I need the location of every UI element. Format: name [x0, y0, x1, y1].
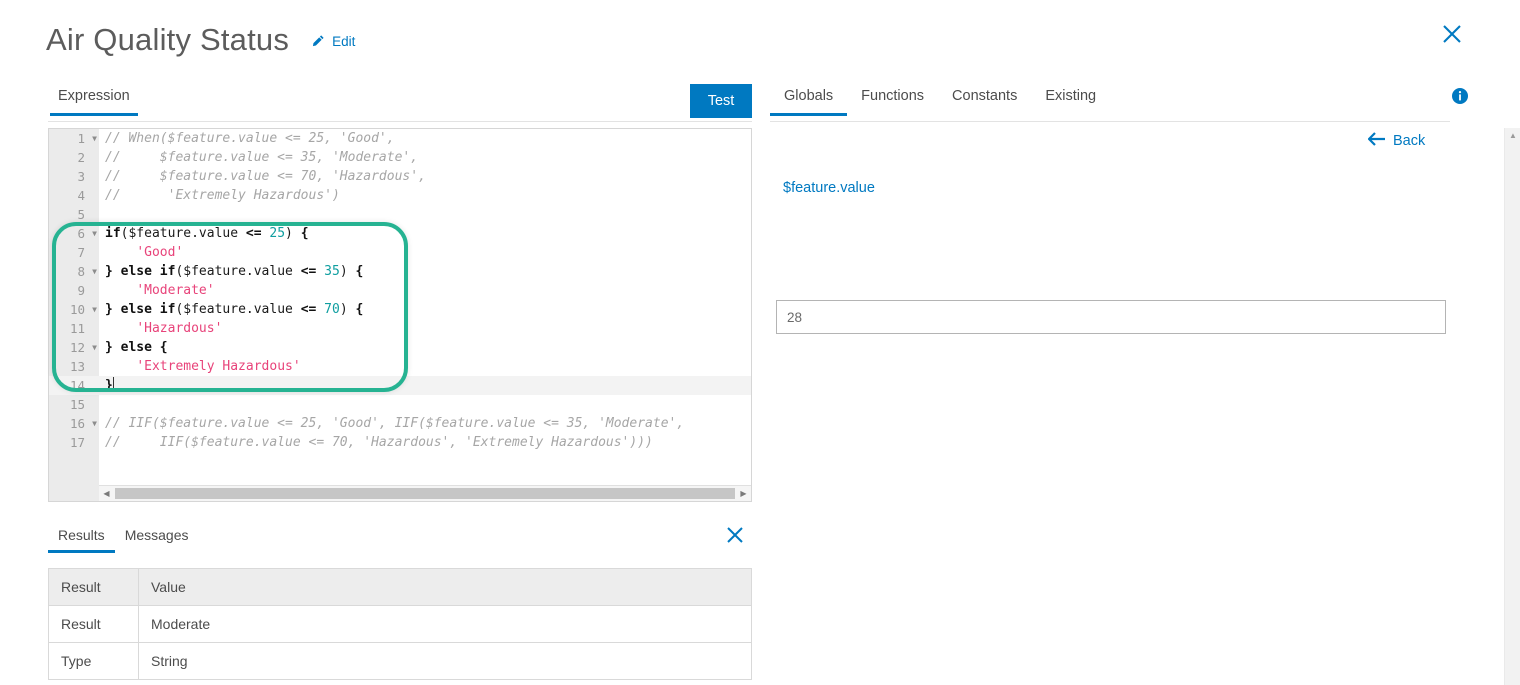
code-line-13[interactable]: 'Extremely Hazardous' — [99, 357, 751, 376]
fold-toggle-icon[interactable]: ▼ — [92, 414, 97, 433]
test-value-input[interactable] — [776, 300, 1446, 334]
scroll-right-icon[interactable]: ▶ — [736, 489, 751, 498]
tab-globals[interactable]: Globals — [770, 88, 847, 116]
gutter-line-14: 14 — [49, 376, 99, 395]
code-line-7[interactable]: 'Good' — [99, 243, 751, 262]
code-line-2[interactable]: // $feature.value <= 35, 'Moderate', — [99, 148, 751, 167]
code-line-6[interactable]: if($feature.value <= 25) { — [99, 224, 751, 243]
arrow-left-icon — [1368, 132, 1385, 150]
gutter-line-10: 10▼ — [49, 300, 99, 319]
tab-functions[interactable]: Functions — [847, 88, 938, 116]
table-row: Type String — [49, 643, 752, 680]
tab-messages[interactable]: Messages — [115, 527, 199, 553]
table-row: Result Moderate — [49, 606, 752, 643]
page-title: Air Quality Status — [46, 24, 289, 55]
row-label: Result — [49, 606, 139, 643]
tab-active-underline — [770, 113, 847, 116]
scroll-up-icon[interactable]: ▲ — [1505, 128, 1520, 142]
test-button[interactable]: Test — [690, 84, 752, 118]
row-value: String — [139, 643, 752, 680]
code-line-4[interactable]: // 'Extremely Hazardous') — [99, 186, 751, 205]
tab-active-underline — [48, 550, 115, 553]
gutter-line-4: 4 — [49, 186, 99, 205]
right-tabs-divider — [770, 121, 1450, 122]
editor-code-area[interactable]: // When($feature.value <= 25, 'Good',// … — [99, 129, 751, 501]
tab-existing-label: Existing — [1045, 88, 1096, 104]
gutter-line-2: 2 — [49, 148, 99, 167]
row-value: Moderate — [139, 606, 752, 643]
tab-constants-label: Constants — [952, 88, 1017, 104]
results-close-icon[interactable] — [724, 524, 746, 546]
code-line-1[interactable]: // When($feature.value <= 25, 'Good', — [99, 129, 751, 148]
fold-toggle-icon[interactable]: ▼ — [92, 300, 97, 319]
gutter-line-13: 13 — [49, 357, 99, 376]
back-label: Back — [1393, 133, 1425, 149]
panel-vertical-scrollbar[interactable]: ▲ — [1504, 128, 1520, 685]
fold-toggle-icon[interactable]: ▼ — [92, 224, 97, 243]
tab-results[interactable]: Results — [48, 527, 115, 553]
tab-expression[interactable]: Expression — [50, 88, 138, 116]
info-icon[interactable] — [1450, 86, 1470, 106]
code-line-12[interactable]: } else { — [99, 338, 751, 357]
gutter-line-11: 11 — [49, 319, 99, 338]
gutter-line-7: 7 — [49, 243, 99, 262]
tab-active-underline — [50, 113, 138, 116]
scrollbar-thumb[interactable] — [115, 488, 735, 499]
code-line-11[interactable]: 'Hazardous' — [99, 319, 751, 338]
scroll-left-icon[interactable]: ◀ — [99, 489, 114, 498]
gutter-line-16: 16▼ — [49, 414, 99, 433]
back-button[interactable]: Back — [1368, 132, 1425, 150]
results-table: Result Value Result Moderate Type String — [48, 568, 752, 680]
tab-existing[interactable]: Existing — [1031, 88, 1110, 116]
code-line-16[interactable]: // IIF($feature.value <= 25, 'Good', IIF… — [99, 414, 751, 433]
gutter-line-15: 15 — [49, 395, 99, 414]
table-header-row: Result Value — [49, 569, 752, 606]
editor-gutter: 1▼23456▼78▼910▼1112▼13141516▼17 — [49, 129, 99, 501]
gutter-line-6: 6▼ — [49, 224, 99, 243]
code-line-5[interactable] — [99, 205, 751, 224]
close-icon[interactable] — [1440, 22, 1464, 46]
right-tabs: Globals Functions Constants Existing — [770, 88, 1110, 116]
code-line-8[interactable]: } else if($feature.value <= 35) { — [99, 262, 751, 281]
gutter-line-12: 12▼ — [49, 338, 99, 357]
code-line-17[interactable]: // IIF($feature.value <= 70, 'Hazardous'… — [99, 433, 751, 452]
gutter-line-5: 5 — [49, 205, 99, 224]
row-label: Type — [49, 643, 139, 680]
tab-expression-label: Expression — [58, 88, 130, 104]
tab-constants[interactable]: Constants — [938, 88, 1031, 116]
edit-title-button[interactable]: Edit — [311, 34, 355, 49]
gutter-line-3: 3 — [49, 167, 99, 186]
fold-toggle-icon[interactable]: ▼ — [92, 262, 97, 281]
tab-messages-label: Messages — [125, 527, 189, 543]
gutter-line-17: 17 — [49, 433, 99, 452]
pencil-icon — [311, 34, 325, 48]
gutter-line-1: 1▼ — [49, 129, 99, 148]
results-tabs: Results Messages — [48, 527, 199, 553]
column-header-result: Result — [49, 569, 139, 606]
tab-results-label: Results — [58, 527, 105, 543]
code-line-9[interactable]: 'Moderate' — [99, 281, 751, 300]
tab-globals-label: Globals — [784, 88, 833, 104]
code-line-14[interactable]: } — [99, 376, 751, 395]
edit-label: Edit — [332, 34, 355, 49]
header: Air Quality Status Edit — [46, 24, 355, 55]
gutter-line-9: 9 — [49, 281, 99, 300]
tab-functions-label: Functions — [861, 88, 924, 104]
left-tabs-divider — [48, 121, 752, 122]
gutter-line-8: 8▼ — [49, 262, 99, 281]
arcade-expression-dialog: Air Quality Status Edit Expression Test … — [0, 0, 1520, 685]
code-line-15[interactable] — [99, 395, 751, 414]
code-editor[interactable]: 1▼23456▼78▼910▼1112▼13141516▼17 // When(… — [48, 128, 752, 502]
code-line-3[interactable]: // $feature.value <= 70, 'Hazardous', — [99, 167, 751, 186]
global-item-feature-value[interactable]: $feature.value — [783, 180, 875, 196]
editor-horizontal-scrollbar[interactable]: ◀ ▶ — [99, 485, 751, 501]
code-line-10[interactable]: } else if($feature.value <= 70) { — [99, 300, 751, 319]
fold-toggle-icon[interactable]: ▼ — [92, 129, 97, 148]
column-header-value: Value — [139, 569, 752, 606]
fold-toggle-icon[interactable]: ▼ — [92, 338, 97, 357]
